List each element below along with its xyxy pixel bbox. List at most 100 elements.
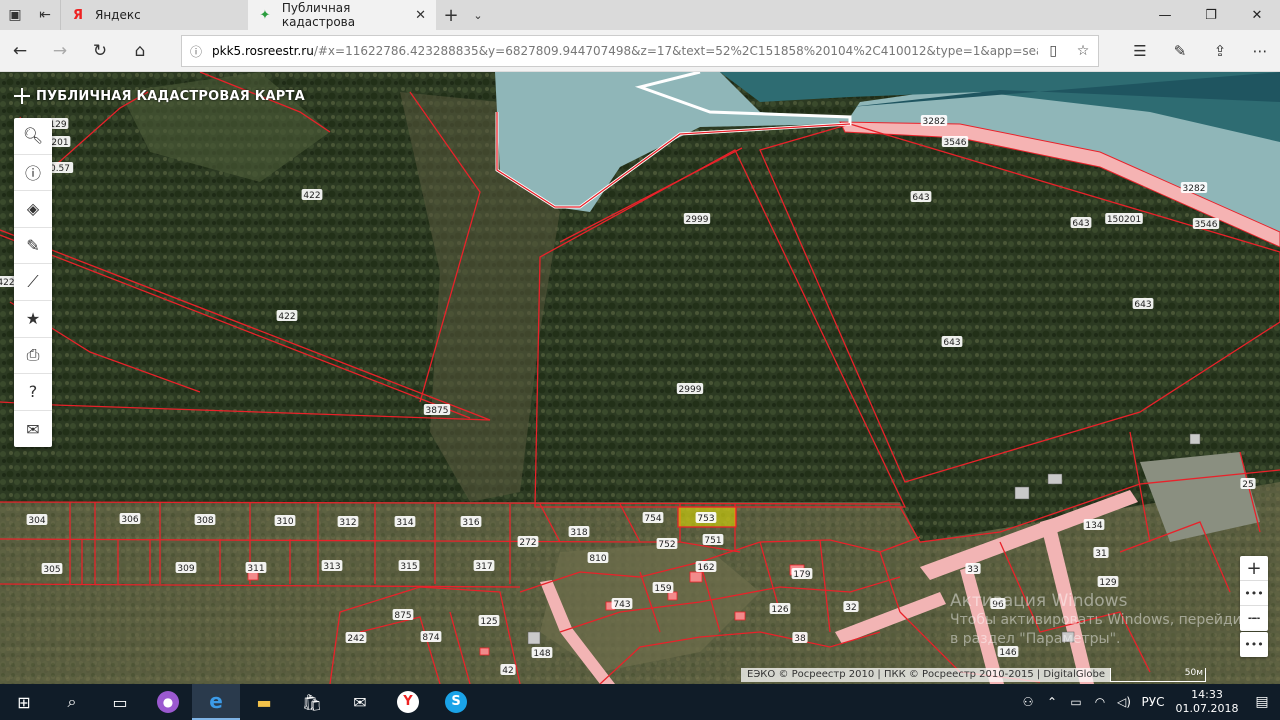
favorites-hub-icon[interactable]: ☰: [1120, 30, 1160, 72]
favorite-star-icon[interactable]: ☆: [1068, 43, 1098, 59]
parcel-label[interactable]: 33: [967, 565, 978, 575]
parcel-label[interactable]: 146: [999, 648, 1016, 658]
parcel-label[interactable]: 3546: [1195, 220, 1218, 230]
maximize-button[interactable]: ❐: [1188, 0, 1234, 30]
web-note-icon[interactable]: ✎: [1160, 30, 1200, 72]
parcel-label[interactable]: 2999: [679, 385, 702, 395]
parcel-label[interactable]: 422: [0, 278, 15, 288]
skype-icon[interactable]: S: [432, 684, 480, 720]
more-icon[interactable]: ⋯: [1240, 30, 1280, 72]
parcel-label[interactable]: 310: [276, 517, 293, 527]
parcel-label[interactable]: 643: [943, 338, 960, 348]
parcel-label[interactable]: 751: [704, 536, 721, 546]
language-indicator[interactable]: РУС: [1136, 695, 1170, 709]
parcel-label[interactable]: 316: [462, 518, 479, 528]
parcel-label[interactable]: 315: [400, 562, 417, 572]
parcel-label[interactable]: 3282: [923, 117, 946, 127]
close-tab-icon[interactable]: ✕: [415, 8, 426, 23]
task-view-icon[interactable]: ▭: [96, 684, 144, 720]
zoom-in-button[interactable]: +: [1240, 556, 1268, 581]
parcel-label[interactable]: 422: [303, 191, 320, 201]
parcel-label[interactable]: 810: [589, 554, 606, 564]
tab-pkk[interactable]: ✦ Публичная кадастрова ✕: [248, 0, 436, 30]
parcel-label[interactable]: 422: [278, 312, 295, 322]
parcel-label[interactable]: 150201: [1107, 215, 1141, 225]
parcel-label[interactable]: 305: [43, 565, 60, 575]
layers-icon[interactable]: ◈: [14, 191, 52, 228]
yandex-browser-icon[interactable]: Y: [384, 684, 432, 720]
parcel-label[interactable]: 3546: [944, 138, 967, 148]
info-icon[interactable]: ⓘ: [14, 155, 52, 192]
ruler-icon[interactable]: ⟋: [14, 264, 52, 301]
parcel-label[interactable]: 162: [697, 563, 714, 573]
wifi-icon[interactable]: ◠: [1088, 695, 1112, 709]
back-button[interactable]: ←: [0, 30, 40, 72]
parcel-label[interactable]: 314: [396, 518, 413, 528]
parcel-label[interactable]: 32: [845, 603, 856, 613]
tab-yandex[interactable]: Я Яндекс: [60, 0, 248, 30]
parcel-label[interactable]: 125: [480, 617, 497, 627]
parcel-label[interactable]: 643: [912, 193, 929, 203]
parcel-label[interactable]: 3875: [426, 406, 449, 416]
set-tabs-aside-icon[interactable]: ⇤: [30, 0, 60, 30]
search-icon[interactable]: ⌕: [48, 684, 96, 720]
minimize-button[interactable]: —: [1142, 0, 1188, 30]
print-icon[interactable]: ⎙: [14, 338, 52, 375]
home-button[interactable]: ⌂: [120, 30, 160, 72]
parcel-label[interactable]: 874: [422, 633, 439, 643]
parcel-label[interactable]: 643: [1134, 300, 1151, 310]
parcel-label[interactable]: 38: [794, 634, 806, 644]
help-icon[interactable]: ?: [14, 374, 52, 411]
share-icon[interactable]: ⇪: [1200, 30, 1240, 72]
refresh-button[interactable]: ↻: [80, 30, 120, 72]
people-icon[interactable]: ⚇: [1016, 695, 1040, 709]
file-explorer-icon[interactable]: ▬: [240, 684, 288, 720]
cadastral-map[interactable]: 422 422 422 3875 2999 2999 643 643 643 643 150201 3…: [0, 72, 1280, 684]
notifications-icon[interactable]: ▤: [1244, 694, 1280, 710]
new-tab-button[interactable]: +: [436, 0, 466, 30]
address-bar[interactable]: ⓘ pkk5.rosreestr.ru/#x=11622786.42328883…: [181, 35, 1099, 67]
parcel-label[interactable]: 129: [1099, 578, 1116, 588]
parcel-label[interactable]: 309: [177, 564, 194, 574]
parcel-label[interactable]: 179: [793, 570, 810, 580]
cortana-mic-icon[interactable]: ●: [144, 684, 192, 720]
windows-start-icon[interactable]: ⊞: [0, 684, 48, 720]
reading-view-icon[interactable]: ▯: [1038, 43, 1068, 59]
parcel-label[interactable]: 3282: [1183, 184, 1206, 194]
parcel-label[interactable]: 318: [570, 528, 587, 538]
battery-icon[interactable]: ▭: [1064, 695, 1088, 709]
parcel-label[interactable]: 753: [697, 514, 714, 524]
store-icon[interactable]: 🛍︎: [288, 684, 336, 720]
pencil-icon[interactable]: ✎: [14, 228, 52, 265]
chevron-down-icon[interactable]: ⌄: [466, 0, 490, 30]
edge-browser-icon[interactable]: e: [192, 684, 240, 720]
parcel-label[interactable]: 272: [519, 538, 536, 548]
parcel-label[interactable]: 31: [1095, 549, 1106, 559]
parcel-label[interactable]: 308: [196, 516, 213, 526]
forward-button[interactable]: →: [40, 30, 80, 72]
parcel-label[interactable]: 242: [347, 634, 364, 644]
parcel-label[interactable]: 201: [51, 138, 68, 148]
parcel-label[interactable]: 2999: [686, 215, 709, 225]
parcel-label[interactable]: 0.57: [50, 164, 70, 174]
parcel-label[interactable]: 304: [28, 516, 45, 526]
clock[interactable]: 14:33 01.07.2018: [1170, 688, 1244, 716]
parcel-label[interactable]: 743: [613, 600, 630, 610]
parcel-label[interactable]: 25: [1242, 480, 1253, 490]
search-icon[interactable]: 🔍︎: [14, 118, 52, 155]
parcel-label[interactable]: 317: [475, 562, 492, 572]
parcel-label[interactable]: 126: [771, 605, 788, 615]
parcel-label[interactable]: 134: [1085, 521, 1102, 531]
parcel-label[interactable]: 311: [247, 564, 264, 574]
parcel-label[interactable]: 754: [644, 514, 661, 524]
chevron-up-icon[interactable]: ⌃: [1040, 695, 1064, 709]
star-icon[interactable]: ★: [14, 301, 52, 338]
tab-aside-icon[interactable]: ▣: [0, 0, 30, 30]
info-circle-icon[interactable]: ⓘ: [190, 43, 202, 60]
parcel-label[interactable]: 306: [121, 515, 138, 525]
parcel-label[interactable]: 129: [49, 120, 66, 130]
parcel-label[interactable]: 312: [339, 518, 356, 528]
volume-icon[interactable]: ◁): [1112, 695, 1136, 709]
parcel-label[interactable]: 148: [533, 649, 550, 659]
parcel-label[interactable]: 42: [502, 666, 513, 676]
